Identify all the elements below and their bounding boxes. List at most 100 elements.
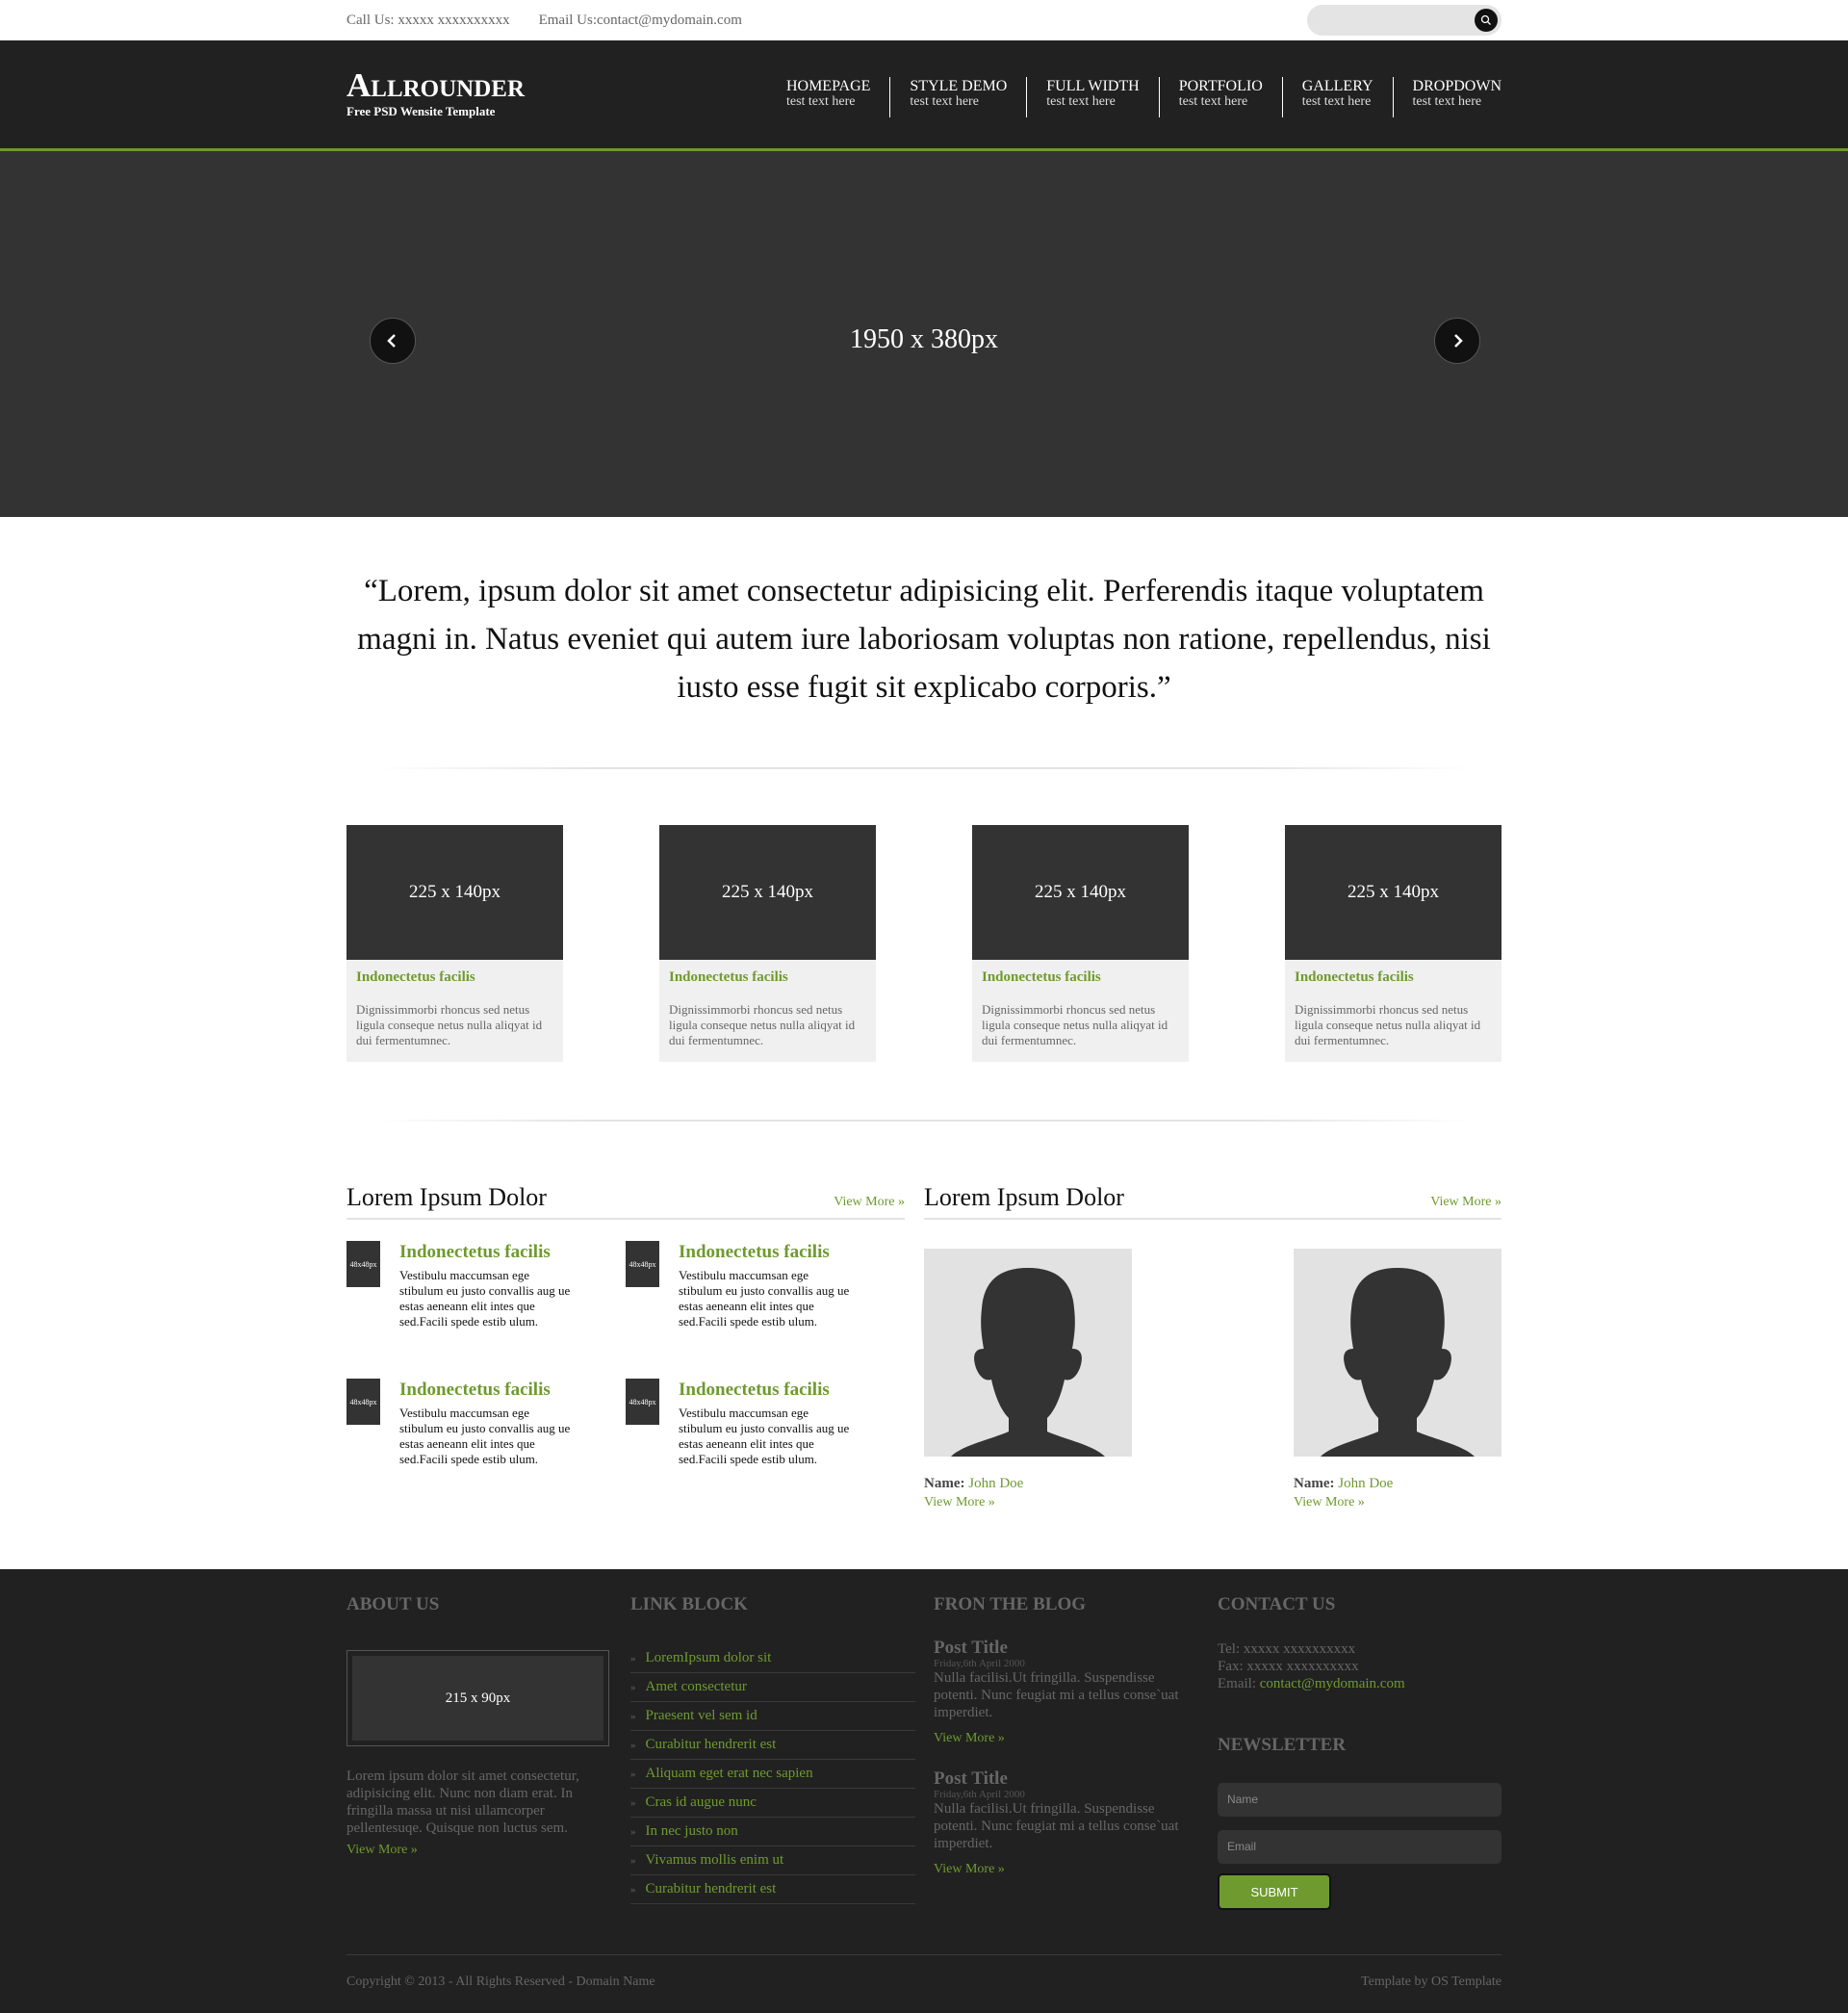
view-more-link[interactable]: View More »	[834, 1195, 905, 1210]
search-icon	[1480, 14, 1491, 25]
newsletter-email-field[interactable]: Email	[1218, 1830, 1502, 1864]
blog-post-date: Friday,6th April 2000	[934, 1789, 1025, 1800]
footer-link-label: Cras id augue nunc	[645, 1794, 757, 1810]
chevron-right-icon: »	[630, 1768, 636, 1780]
footer-heading: FRON THE BLOG	[934, 1594, 1087, 1614]
contact-email-link[interactable]: contact@mydomain.com	[1260, 1676, 1405, 1691]
search-input[interactable]	[1307, 5, 1502, 36]
feature-text: Dignissimmorbi rhoncus sed netus ligula …	[356, 1002, 543, 1047]
main-nav: HOMEPAGE test text here STYLE DEMO test …	[767, 77, 1502, 117]
post-title[interactable]: Indonectetus facilis	[679, 1381, 852, 1400]
feature-title[interactable]: Indonectetus facilis	[669, 968, 866, 987]
blog-post: Post Title Friday,6th April 2000 Nulla f…	[934, 1769, 1199, 1877]
site-logo[interactable]: Allrounder Free PSD Wensite Template	[346, 66, 526, 119]
blog-post-title[interactable]: Post Title	[934, 1769, 1199, 1789]
post-thumbnail[interactable]: 48x48px	[626, 1241, 659, 1287]
feature-title[interactable]: Indonectetus facilis	[356, 968, 553, 987]
footer-link[interactable]: » Praesent vel sem id	[630, 1702, 915, 1731]
email-us-link[interactable]: Email Us:contact@mydomain.com	[539, 13, 742, 29]
feature-title[interactable]: Indonectetus facilis	[982, 968, 1179, 987]
news-section: Lorem Ipsum Dolor View More » 48x48px In…	[346, 1177, 905, 1516]
nav-item-full-width[interactable]: FULL WIDTH test text here	[1026, 77, 1158, 117]
chevron-right-icon: »	[630, 1682, 636, 1693]
post-title[interactable]: Indonectetus facilis	[399, 1381, 573, 1400]
footer-link[interactable]: » Cras id augue nunc	[630, 1789, 915, 1818]
footer-link[interactable]: » Curabitur hendrerit est	[630, 1875, 915, 1904]
view-more-link[interactable]: View More »	[934, 1731, 1199, 1746]
template-credit[interactable]: Template by OS Template	[1361, 1974, 1502, 1990]
post-title[interactable]: Indonectetus facilis	[679, 1243, 852, 1262]
blog-post-text: Nulla facilisi.Ut fringilla. Suspendisse…	[934, 1801, 1179, 1851]
nav-item-homepage[interactable]: HOMEPAGE test text here	[767, 77, 889, 117]
contact-tel: Tel: xxxxx xxxxxxxxxx	[1218, 1641, 1356, 1657]
view-more-link[interactable]: View More »	[1294, 1495, 1502, 1510]
footer-link[interactable]: » Vivamus mollis enim ut	[630, 1846, 915, 1875]
nav-item-style-demo[interactable]: STYLE DEMO test text here	[889, 77, 1026, 117]
slider-next-button[interactable]	[1434, 318, 1480, 364]
feature-card[interactable]: 225 x 140px Indonectetus facilis Digniss…	[346, 825, 563, 1062]
site-header: Allrounder Free PSD Wensite Template HOM…	[0, 40, 1848, 151]
footer-heading: CONTACT US	[1218, 1594, 1336, 1614]
feature-card[interactable]: 225 x 140px Indonectetus facilis Digniss…	[972, 825, 1189, 1062]
chevron-right-icon: »	[630, 1797, 636, 1809]
content-sections: Lorem Ipsum Dolor View More » 48x48px In…	[346, 1122, 1502, 1516]
post-thumbnail[interactable]: 48x48px	[626, 1379, 659, 1425]
footer-link-label: Curabitur hendrerit est	[645, 1881, 777, 1897]
post-thumbnail[interactable]: 48x48px	[346, 1379, 380, 1425]
member-name[interactable]: John Doe	[968, 1476, 1023, 1491]
chevron-right-icon: »	[630, 1826, 636, 1838]
search-button[interactable]	[1475, 9, 1498, 32]
nav-title: HOMEPAGE	[785, 78, 871, 94]
top-bar: Call Us: xxxxx xxxxxxxxxx Email Us:conta…	[0, 0, 1848, 40]
list-item: 48x48px Indonectetus facilis Vestibulu m…	[626, 1241, 905, 1379]
team-member: Name: John Doe View More »	[1294, 1249, 1502, 1510]
feature-image-placeholder: 225 x 140px	[659, 825, 876, 960]
feature-text: Dignissimmorbi rhoncus sed netus ligula …	[982, 1002, 1168, 1047]
view-more-link[interactable]: View More »	[934, 1862, 1199, 1877]
blog-post-title[interactable]: Post Title	[934, 1639, 1199, 1658]
member-name[interactable]: John Doe	[1338, 1476, 1393, 1491]
view-more-link[interactable]: View More »	[924, 1495, 1132, 1510]
chevron-right-icon: »	[630, 1653, 636, 1665]
post-title[interactable]: Indonectetus facilis	[399, 1243, 573, 1262]
submit-button[interactable]: SUBMIT	[1218, 1873, 1331, 1910]
newsletter-name-field[interactable]: Name	[1218, 1783, 1502, 1817]
view-more-link[interactable]: View More »	[1430, 1195, 1502, 1210]
nav-item-dropdown[interactable]: DROPDOWN test text here	[1392, 77, 1502, 117]
hero-slider: 1950 x 380px	[0, 151, 1848, 517]
post-text: Vestibulu maccumsan ege stibulum eu just…	[399, 1268, 571, 1329]
nav-title: PORTFOLIO	[1178, 78, 1263, 94]
footer-link[interactable]: » Aliquam eget erat nec sapien	[630, 1760, 915, 1789]
footer-heading: LINK BLOCK	[630, 1594, 748, 1614]
post-thumbnail[interactable]: 48x48px	[346, 1241, 380, 1287]
feature-image-placeholder: 225 x 140px	[972, 825, 1189, 960]
footer-link-label: LoremIpsum dolor sit	[645, 1650, 772, 1665]
nav-item-gallery[interactable]: GALLERY test text here	[1281, 77, 1393, 117]
footer-link-label: Aliquam eget erat nec sapien	[645, 1766, 813, 1781]
chevron-right-icon: »	[630, 1884, 636, 1896]
team-section: Lorem Ipsum Dolor View More » Name: John…	[924, 1177, 1502, 1516]
avatar[interactable]	[1294, 1249, 1502, 1457]
footer-link[interactable]: » Amet consectetur	[630, 1673, 915, 1702]
chevron-right-icon: »	[630, 1711, 636, 1722]
footer-link[interactable]: » Curabitur hendrerit est	[630, 1731, 915, 1760]
intro-quote: “Lorem, ipsum dolor sit amet consectetur…	[357, 574, 1491, 705]
slider-prev-button[interactable]	[370, 318, 416, 364]
feature-card[interactable]: 225 x 140px Indonectetus facilis Digniss…	[1285, 825, 1502, 1062]
feature-title[interactable]: Indonectetus facilis	[1295, 968, 1492, 987]
nav-item-portfolio[interactable]: PORTFOLIO test text here	[1158, 77, 1282, 117]
logo-tagline: Free PSD Wensite Template	[346, 104, 496, 118]
footer-link[interactable]: » LoremIpsum dolor sit	[630, 1644, 915, 1673]
avatar[interactable]	[924, 1249, 1132, 1457]
feature-card[interactable]: 225 x 140px Indonectetus facilis Digniss…	[659, 825, 876, 1062]
footer-links: LINK BLOCK » LoremIpsum dolor sit » Amet c…	[630, 1594, 915, 1904]
blog-post-text: Nulla facilisi.Ut fringilla. Suspendisse…	[934, 1670, 1179, 1720]
footer-link[interactable]: » In nec justo non	[630, 1818, 915, 1846]
section-title: Lorem Ipsum Dolor	[924, 1183, 1124, 1211]
logo-name: Allrounder	[346, 66, 526, 104]
feature-text: Dignissimmorbi rhoncus sed netus ligula …	[669, 1002, 856, 1047]
footer-bottom: Copyright © 2013 - All Rights Reserved -…	[346, 1954, 1502, 1990]
nav-subtitle: test text here	[1301, 94, 1372, 109]
view-more-link[interactable]: View More »	[346, 1843, 611, 1858]
footer-link-label: Amet consectetur	[645, 1679, 747, 1694]
